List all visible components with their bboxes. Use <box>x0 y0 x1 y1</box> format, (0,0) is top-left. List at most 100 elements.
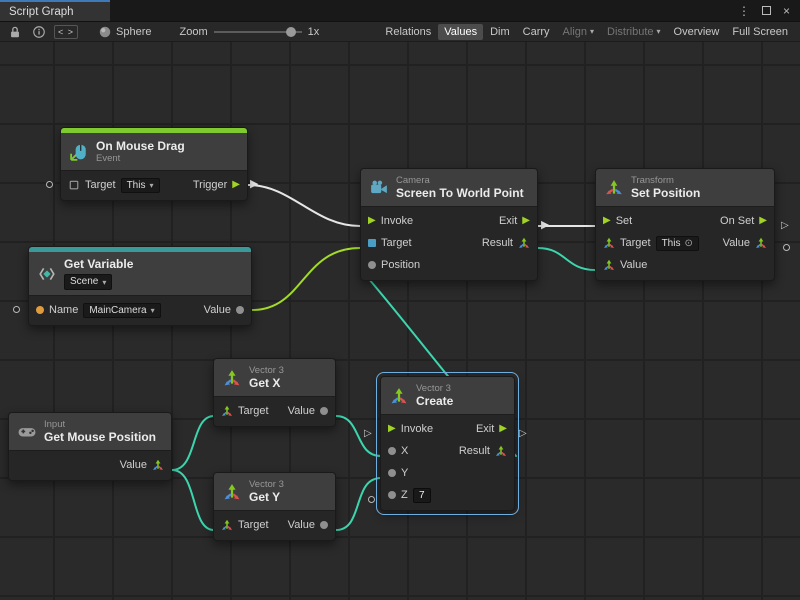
node-on-mouse-drag[interactable]: On Mouse Drag Event Target This ▾ Trigge… <box>60 127 248 201</box>
graph-canvas[interactable]: ▶ ▶ ▷ ▷ ▷ On Mouse Drag Event Target <box>0 0 800 600</box>
port-row: Z <box>381 484 514 506</box>
node-header: Get Variable Scene ▾ <box>29 252 251 296</box>
overview-button[interactable]: Overview <box>668 24 726 40</box>
z-value-field[interactable] <box>413 488 431 503</box>
dim-button[interactable]: Dim <box>484 24 516 40</box>
wire-mouseposition-to-getx[interactable] <box>172 416 214 470</box>
transform-port-icon[interactable] <box>603 237 615 249</box>
value-port[interactable] <box>236 306 244 314</box>
vector3-port-icon[interactable] <box>221 405 233 417</box>
carry-button[interactable]: Carry <box>517 24 556 40</box>
on-set-flow-port[interactable]: ▷ <box>781 221 789 231</box>
node-header: On Mouse Drag Event <box>61 133 247 171</box>
button-label: Relations <box>385 26 431 38</box>
create-z-port[interactable] <box>368 496 375 503</box>
wire-mouseposition-to-gety[interactable] <box>172 470 214 530</box>
node-vector3-get-x[interactable]: Vector 3 Get X Target Value <box>213 358 336 427</box>
transform-icon <box>605 179 623 197</box>
chip-label: This <box>662 238 681 249</box>
vector3-port-icon[interactable] <box>221 519 233 531</box>
graph-object-chip[interactable]: Sphere <box>98 25 151 39</box>
tab-script-graph[interactable]: Script Graph <box>0 0 110 21</box>
node-header: Vector 3 Get Y <box>214 473 335 511</box>
code-icon[interactable]: < > <box>54 25 78 39</box>
target-this-chip[interactable]: This ⊙ <box>656 236 699 251</box>
node-set-position[interactable]: Transform Set Position ▶ Set On Set ▶ Ta… <box>595 168 775 281</box>
exit-flow-port[interactable]: ▶ <box>522 216 530 226</box>
x-port-label: X <box>401 445 408 457</box>
values-button[interactable]: Values <box>438 24 483 40</box>
close-icon[interactable]: × <box>783 4 790 18</box>
y-port[interactable] <box>388 469 396 477</box>
align-button[interactable]: Align ▾ <box>557 24 600 40</box>
caret-icon: ▾ <box>657 27 661 36</box>
maximize-icon[interactable] <box>762 6 771 15</box>
graph-toolbar: < > Sphere Zoom 1x Relations Values Dim … <box>0 22 800 42</box>
node-vector3-create[interactable]: Vector 3 Create ▶ Invoke Exit ▶ X Result <box>380 376 515 511</box>
zoom-slider-handle[interactable] <box>286 27 296 37</box>
mouse-drag-target-port[interactable] <box>46 181 53 188</box>
vector3-port-icon[interactable] <box>755 237 767 249</box>
distribute-button[interactable]: Distribute ▾ <box>601 24 666 40</box>
node-title: On Mouse Drag <box>96 139 185 153</box>
caret-icon: ▾ <box>149 181 153 190</box>
on-set-flow-port[interactable]: ▶ <box>759 216 767 226</box>
zoom-slider[interactable] <box>214 26 302 38</box>
z-port[interactable] <box>388 491 396 499</box>
flow-wire-arrow: ▶ <box>541 220 549 231</box>
node-get-mouse-position[interactable]: Input Get Mouse Position Value <box>8 412 172 481</box>
variable-name-port[interactable] <box>13 306 20 313</box>
node-title: Get X <box>249 376 284 390</box>
info-icon[interactable] <box>30 24 48 40</box>
port-row: Target This ⊙ Value <box>596 232 774 254</box>
vector3-port-icon[interactable] <box>152 459 164 471</box>
wire-getx-to-create-x[interactable] <box>336 416 381 456</box>
trigger-port-label: Trigger <box>193 179 227 191</box>
position-port[interactable] <box>368 261 376 269</box>
wire-trigger-to-invoke[interactable] <box>248 185 360 226</box>
set-flow-port[interactable]: ▶ <box>603 216 611 226</box>
relations-button[interactable]: Relations <box>379 24 437 40</box>
kebab-menu-icon[interactable]: ⋮ <box>738 4 750 18</box>
button-label: Dim <box>490 26 510 38</box>
camera-target-port[interactable] <box>368 239 376 247</box>
chip-label: This <box>127 180 146 191</box>
object-picker-icon: ⊙ <box>684 238 692 249</box>
x-port[interactable] <box>388 447 396 455</box>
node-header: Transform Set Position <box>596 169 774 207</box>
vector3-port-icon[interactable] <box>603 259 615 271</box>
value-port[interactable] <box>320 407 328 415</box>
full-screen-button[interactable]: Full Screen <box>726 24 794 40</box>
node-header: Vector 3 Get X <box>214 359 335 397</box>
zoom-label: Zoom <box>180 26 208 38</box>
invoke-flow-port[interactable]: ▶ <box>368 216 376 226</box>
wire-variable-to-camera-target[interactable] <box>252 248 360 310</box>
variable-scope-dropdown[interactable]: Scene ▾ <box>64 274 112 290</box>
value-out-port-label: Value <box>723 237 750 249</box>
target-this-chip[interactable]: This ▾ <box>121 178 160 193</box>
name-port[interactable] <box>36 306 44 314</box>
lock-icon[interactable] <box>6 24 24 40</box>
value-port[interactable] <box>320 521 328 529</box>
node-screen-to-world-point[interactable]: Camera Screen To World Point ▶ Invoke Ex… <box>360 168 538 281</box>
variable-name-dropdown[interactable]: MainCamera ▾ <box>83 303 160 318</box>
wire-gety-to-create-y[interactable] <box>336 478 381 530</box>
vector3-port-icon[interactable] <box>495 445 507 457</box>
node-vector3-get-y[interactable]: Vector 3 Get Y Target Value <box>213 472 336 541</box>
node-get-variable[interactable]: Get Variable Scene ▾ Name MainCamera ▾ <box>28 246 252 326</box>
create-exit-flow-port[interactable]: ▷ <box>519 429 527 439</box>
node-title: Get Variable <box>64 257 133 271</box>
node-caption: Transform <box>631 175 700 186</box>
invoke-flow-port[interactable]: ▶ <box>388 424 396 434</box>
port-row: X Result <box>381 440 514 462</box>
tab-label: Script Graph <box>9 6 74 18</box>
create-invoke-flow-port[interactable]: ▷ <box>364 429 372 439</box>
set-position-value-out-port[interactable] <box>783 244 790 251</box>
exit-flow-port[interactable]: ▶ <box>499 424 507 434</box>
vector3-port-icon[interactable] <box>518 237 530 249</box>
wire-result-to-setposition-value[interactable] <box>538 248 595 270</box>
value-in-port-label: Value <box>620 259 647 271</box>
trigger-flow-port[interactable]: ▶ <box>232 180 240 190</box>
button-label: Carry <box>523 26 550 38</box>
target-port-label: Target <box>620 237 651 249</box>
